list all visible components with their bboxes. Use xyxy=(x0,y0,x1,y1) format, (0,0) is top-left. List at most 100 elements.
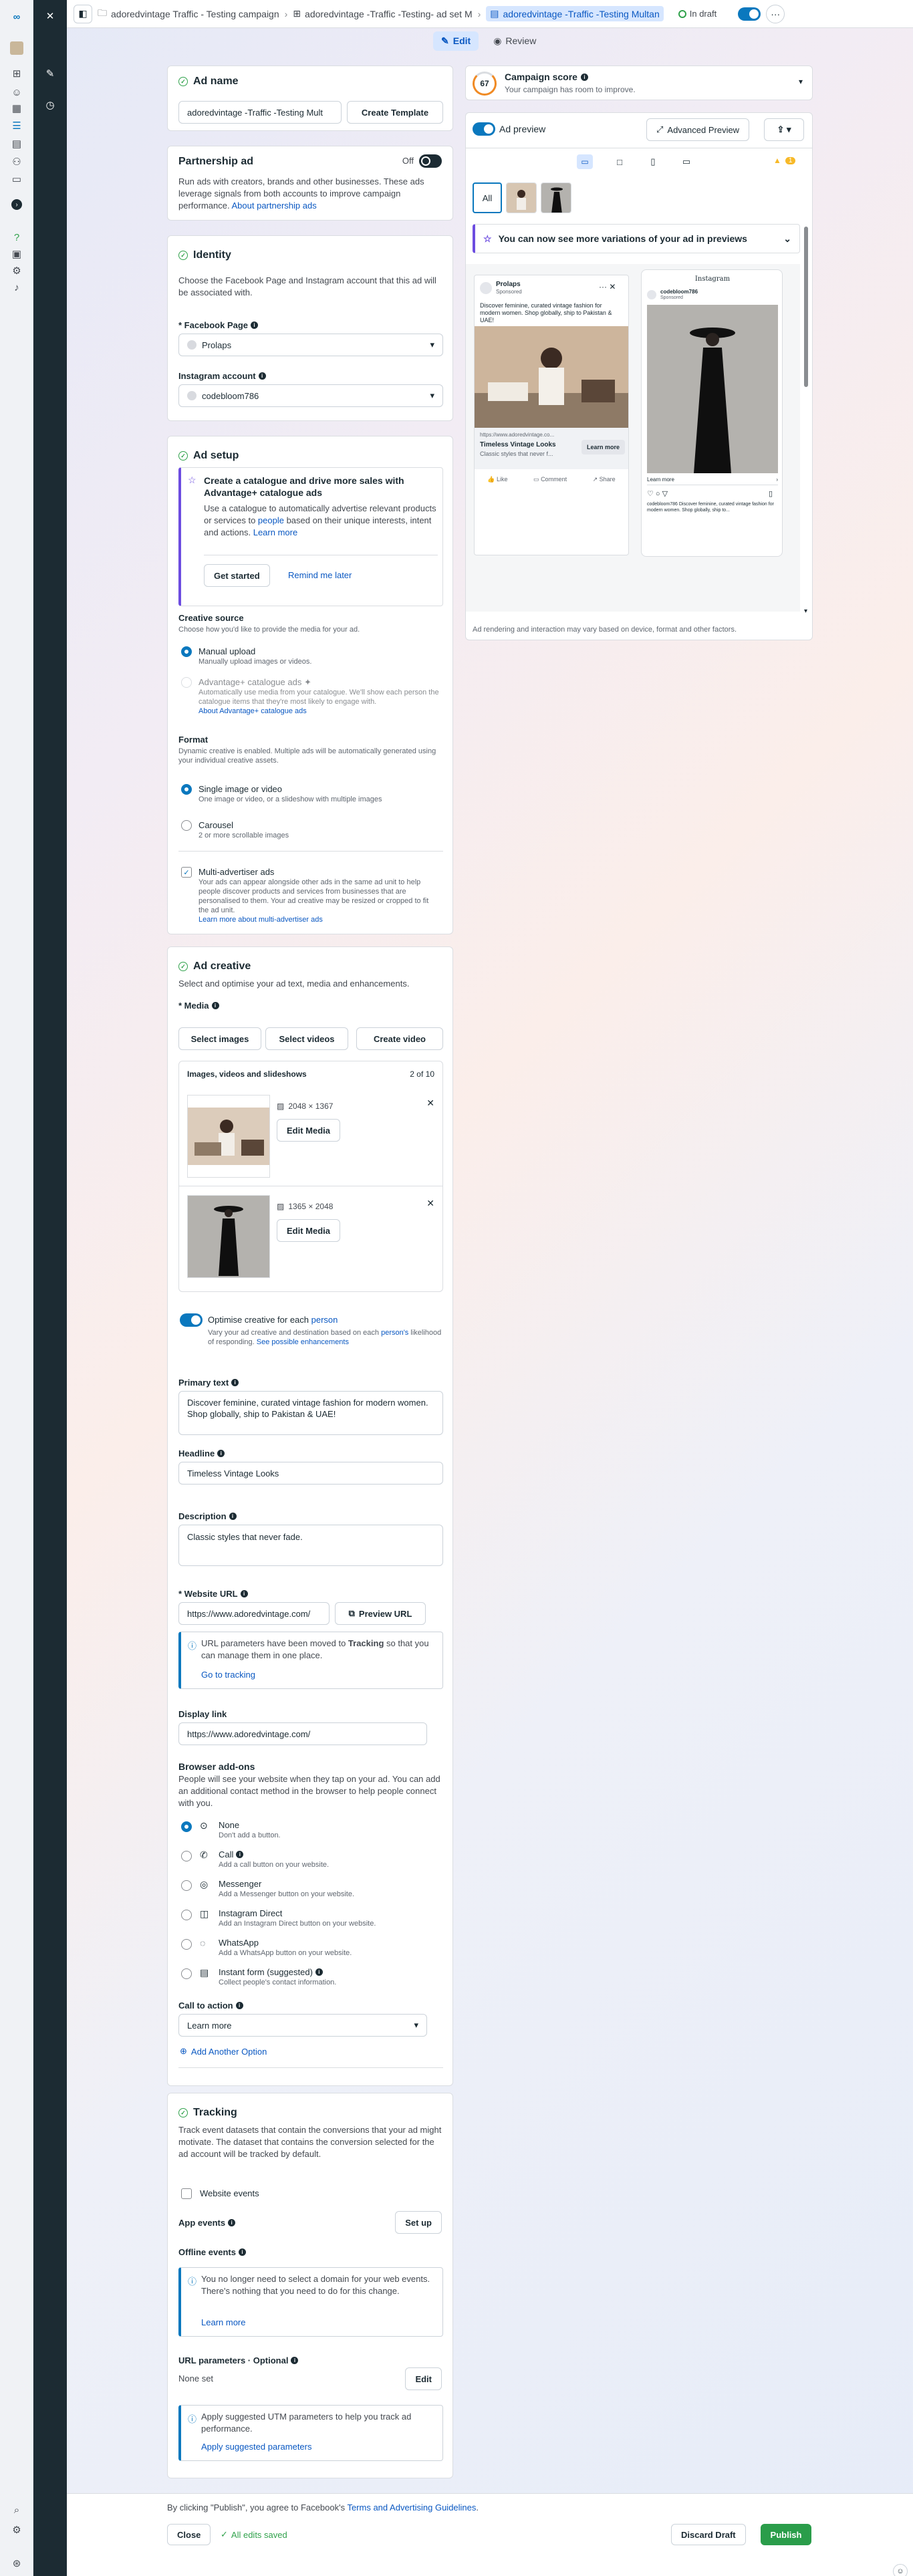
preview-thumb-1[interactable] xyxy=(506,182,537,213)
create-template-button[interactable]: Create Template xyxy=(347,101,443,124)
pencil-icon[interactable]: ✎ xyxy=(43,67,57,80)
close-button[interactable]: Close xyxy=(167,2524,211,2545)
document-icon[interactable]: ▤ xyxy=(10,137,23,150)
website-events-checkbox[interactable] xyxy=(181,2188,192,2199)
warning-indicator[interactable]: ▲ 1 xyxy=(773,156,796,165)
addon-option[interactable]: ◌ WhatsApp Add a WhatsApp button on your w… xyxy=(178,1938,443,1964)
bell-icon[interactable]: ♪ xyxy=(10,281,23,294)
breadcrumb-campaign[interactable]: 🗀 adoredvintage Traffic - Testing campaig… xyxy=(98,6,279,22)
person-link[interactable]: person xyxy=(311,1315,338,1325)
chat-help-icon[interactable]: ☺ xyxy=(893,2564,908,2576)
cta-select[interactable]: Learn more ▾ xyxy=(178,2014,427,2037)
select-videos-button[interactable]: Select videos xyxy=(265,1027,348,1050)
addon-option[interactable]: ◫ Instagram Direct Add an Instagram Direct… xyxy=(178,1908,443,1935)
optimise-creative-toggle[interactable] xyxy=(180,1313,203,1327)
breadcrumb-ad[interactable]: ▤ adoredvintage -Traffic -Testing Multan xyxy=(486,6,664,21)
meta-logo-icon[interactable]: ∞ xyxy=(10,10,23,23)
carousel-radio[interactable] xyxy=(181,820,192,831)
display-link-input[interactable]: https://www.adoredvintage.com/ xyxy=(178,1722,427,1745)
tab-edit[interactable]: ✎ Edit xyxy=(433,31,479,51)
chart-icon[interactable]: ▦ xyxy=(10,102,23,115)
facebook-page-select[interactable]: Prolaps ▾ xyxy=(178,334,443,356)
publish-button[interactable]: Publish xyxy=(761,2524,811,2545)
settings-icon[interactable]: ⚙ xyxy=(10,2523,23,2537)
partnership-toggle[interactable] xyxy=(419,154,442,168)
filter-all-button[interactable]: All xyxy=(473,182,502,213)
share-button[interactable]: ⇪ ▾ xyxy=(764,118,804,141)
addon-radio[interactable] xyxy=(181,1880,192,1891)
variations-banner[interactable]: ☆ You can now see more variations of your… xyxy=(473,224,800,253)
preview-scrollbar[interactable] xyxy=(804,227,808,387)
create-video-button[interactable]: Create video xyxy=(356,1027,443,1050)
apply-suggested-parameters-link[interactable]: Apply suggested parameters xyxy=(201,2442,311,2452)
addon-option[interactable]: ◎ Messenger Add a Messenger button on your… xyxy=(178,1879,443,1906)
multi-advertiser-learn-link[interactable]: Learn more about multi-advertiser ads xyxy=(199,915,323,924)
placement-landscape-icon[interactable]: ▭ xyxy=(678,154,694,169)
addon-radio[interactable] xyxy=(181,1910,192,1920)
go-to-tracking-link[interactable]: Go to tracking xyxy=(201,1670,255,1680)
preview-url-button[interactable]: ⧉ Preview URL xyxy=(335,1602,426,1625)
primary-text-input[interactable]: Discover feminine, curated vintage fashi… xyxy=(178,1391,443,1435)
instagram-account-select[interactable]: codebloom786 ▾ xyxy=(178,384,443,407)
website-url-input[interactable]: https://www.adoredvintage.com/ xyxy=(178,1602,330,1625)
preview-thumb-2[interactable] xyxy=(541,182,571,213)
url-parameters-edit-button[interactable]: Edit xyxy=(405,2367,442,2390)
breadcrumb-adset[interactable]: ⊞ adoredvintage -Traffic -Testing- ad set… xyxy=(293,8,472,19)
about-advantage-catalogue-link[interactable]: About Advantage+ catalogue ads xyxy=(199,706,307,716)
catalogue-learn-more-link[interactable]: Learn more xyxy=(253,527,297,537)
ad-name-input[interactable]: adoredvintage -Traffic -Testing Mult xyxy=(178,101,342,124)
addon-radio[interactable] xyxy=(181,1821,192,1832)
addon-option[interactable]: ▤ Instant form (suggested) i Collect people… xyxy=(178,1967,443,1994)
page-icon[interactable]: ▣ xyxy=(10,247,23,261)
media-thumb-2[interactable] xyxy=(187,1195,270,1278)
multi-advertiser-checkbox[interactable]: ✓ xyxy=(181,867,192,878)
table-icon[interactable]: ☰ xyxy=(10,119,23,132)
close-icon[interactable]: ✕ xyxy=(426,1198,434,1209)
edit-media-button-1[interactable]: Edit Media xyxy=(277,1119,341,1142)
ad-on-toggle[interactable] xyxy=(738,7,761,21)
addon-radio[interactable] xyxy=(181,1968,192,1979)
sidebar-toggle-icon[interactable]: ◧ xyxy=(74,4,92,23)
set-up-button[interactable]: Set up xyxy=(395,2211,442,2234)
get-started-button[interactable]: Get started xyxy=(204,564,270,587)
discard-draft-button[interactable]: Discard Draft xyxy=(671,2524,746,2545)
search-icon[interactable]: ⌕ xyxy=(10,2503,23,2517)
offline-learn-more-link[interactable]: Learn more xyxy=(201,2317,245,2327)
close-icon[interactable]: ✕ xyxy=(43,9,57,23)
picture-icon[interactable] xyxy=(10,41,23,55)
description-input[interactable]: Classic styles that never fade. xyxy=(178,1525,443,1566)
addon-option[interactable]: ⊙ None Don't add a button. xyxy=(178,1820,443,1847)
people-icon[interactable]: ⚇ xyxy=(10,155,23,168)
headline-input[interactable]: Timeless Vintage Looks xyxy=(178,1462,443,1485)
chevron-right-icon[interactable]: › xyxy=(10,198,23,211)
smiley-icon[interactable]: ☺ xyxy=(10,86,23,99)
add-another-option-button[interactable]: ⊕ Add Another Option xyxy=(180,2046,267,2057)
see-enhancements-link[interactable]: See possible enhancements xyxy=(257,1338,349,1346)
campaign-score-card[interactable]: 67 Campaign score i Your campaign has roo… xyxy=(465,66,813,100)
manual-upload-radio[interactable] xyxy=(181,646,192,657)
advantage-catalogue-radio[interactable] xyxy=(181,677,192,688)
single-image-radio[interactable] xyxy=(181,784,192,795)
gear-icon[interactable]: ⚙ xyxy=(10,264,23,277)
people-link[interactable]: people xyxy=(258,515,284,525)
help-icon[interactable]: ? xyxy=(10,231,23,244)
persons-link[interactable]: person's xyxy=(381,1329,408,1337)
placement-square-icon[interactable]: □ xyxy=(612,154,628,169)
edit-media-button-2[interactable]: Edit Media xyxy=(277,1219,341,1242)
addon-option[interactable]: ✆ Call i Add a call button on your website. xyxy=(178,1849,443,1876)
tab-review[interactable]: ◉ Review xyxy=(485,31,544,51)
media-thumb-1[interactable] xyxy=(187,1095,270,1178)
addon-radio[interactable] xyxy=(181,1851,192,1861)
scroll-down-icon[interactable]: ▾ xyxy=(804,608,807,615)
addon-radio[interactable] xyxy=(181,1939,192,1950)
bug-icon[interactable]: ⊛ xyxy=(10,2557,23,2570)
close-icon[interactable]: ✕ xyxy=(426,1098,434,1109)
select-images-button[interactable]: Select images xyxy=(178,1027,261,1050)
about-partnership-link[interactable]: About partnership ads xyxy=(232,201,317,211)
more-options-icon[interactable]: ··· xyxy=(766,4,785,23)
card-icon[interactable]: ▭ xyxy=(10,172,23,186)
ad-preview-toggle[interactable] xyxy=(473,122,495,136)
caret-down-icon[interactable]: ▾ xyxy=(799,77,803,86)
placement-phone-icon[interactable]: ▯ xyxy=(645,154,661,169)
placements-feed-icon[interactable]: ▭ xyxy=(577,154,593,169)
